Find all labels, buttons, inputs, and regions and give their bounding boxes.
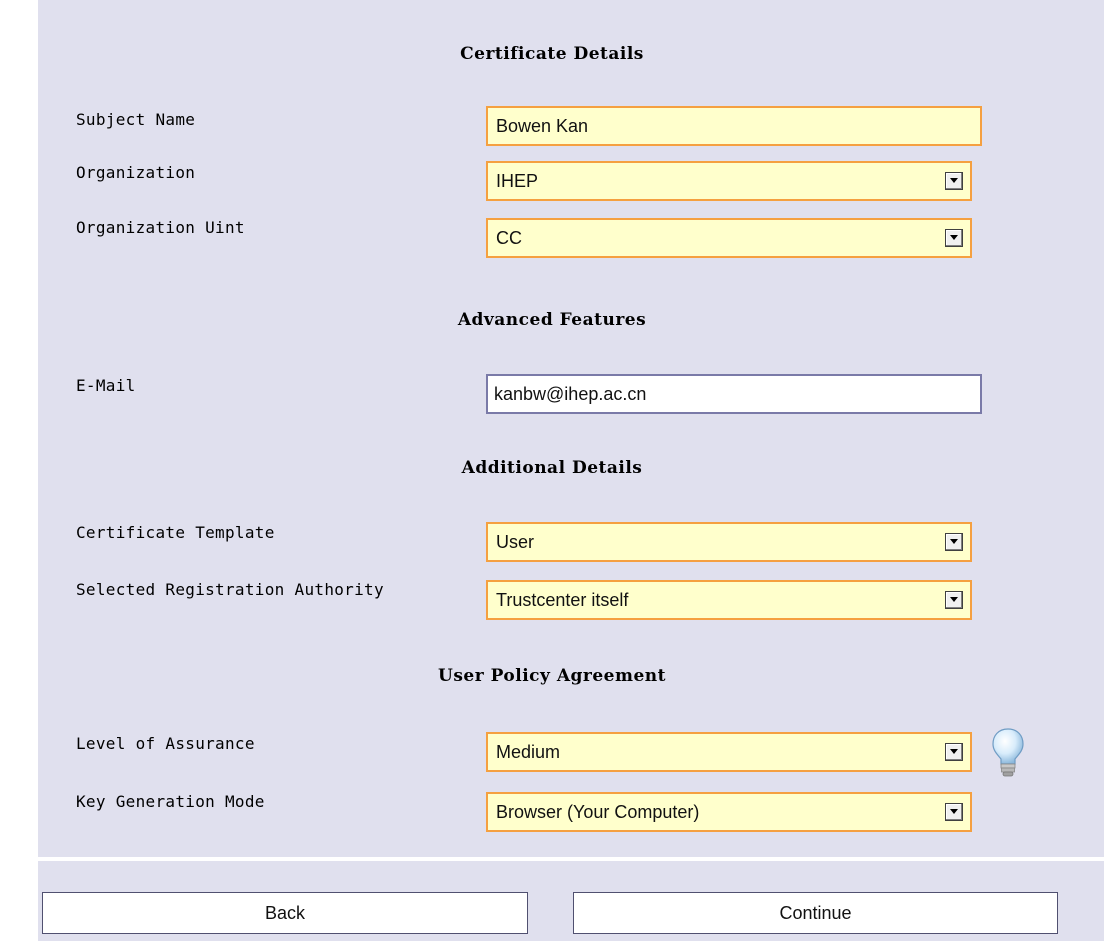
chevron-down-icon[interactable]	[945, 172, 963, 190]
subject-name-label: Subject Name	[76, 110, 196, 129]
section-title-certificate-details: Certificate Details	[460, 44, 644, 64]
organization-select[interactable]: IHEP	[486, 161, 972, 201]
section-title-advanced-features: Advanced Features	[457, 310, 647, 330]
key-generation-mode-select[interactable]: Browser (Your Computer)	[486, 792, 972, 832]
chevron-down-icon[interactable]	[945, 743, 963, 761]
chevron-down-icon[interactable]	[945, 803, 963, 821]
section-title-additional-details: Additional Details	[461, 458, 643, 478]
certificate-template-label: Certificate Template	[76, 523, 275, 542]
email-label: E-Mail	[76, 376, 136, 395]
certificate-template-value: User	[496, 531, 535, 552]
organization-value: IHEP	[496, 170, 539, 191]
registration-authority-label: Selected Registration Authority	[76, 580, 384, 599]
organization-label: Organization	[76, 163, 196, 182]
chevron-down-icon[interactable]	[945, 533, 963, 551]
organization-unit-value: CC	[496, 227, 522, 248]
email-value: kanbw@ihep.ac.cn	[494, 383, 647, 404]
continue-button[interactable]: Continue	[573, 892, 1058, 934]
registration-authority-select[interactable]: Trustcenter itself	[486, 580, 972, 620]
subject-name-value: Bowen Kan	[496, 115, 589, 136]
key-generation-mode-label: Key Generation Mode	[76, 792, 265, 811]
chevron-down-icon[interactable]	[945, 591, 963, 609]
organization-unit-select[interactable]: CC	[486, 218, 972, 258]
divider	[38, 857, 1104, 861]
organization-unit-label: Organization Uint	[76, 218, 245, 237]
level-of-assurance-value: Medium	[496, 741, 561, 762]
subject-name-input[interactable]: Bowen Kan	[486, 106, 982, 146]
lightbulb-icon[interactable]	[990, 726, 1026, 778]
registration-authority-value: Trustcenter itself	[496, 589, 629, 610]
back-button[interactable]: Back	[42, 892, 528, 934]
level-of-assurance-label: Level of Assurance	[76, 734, 255, 753]
certificate-template-select[interactable]: User	[486, 522, 972, 562]
level-of-assurance-select[interactable]: Medium	[486, 732, 972, 772]
email-field[interactable]: kanbw@ihep.ac.cn	[486, 374, 982, 414]
key-generation-mode-value: Browser (Your Computer)	[496, 801, 700, 822]
section-title-user-policy-agreement: User Policy Agreement	[438, 666, 666, 686]
chevron-down-icon[interactable]	[945, 229, 963, 247]
